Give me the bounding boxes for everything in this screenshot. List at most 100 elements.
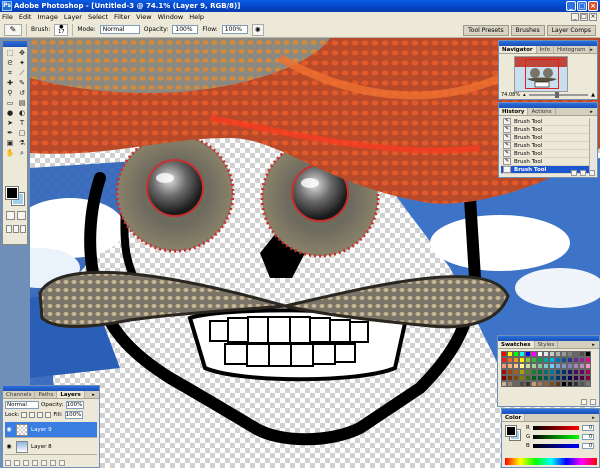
menu-help[interactable]: Help bbox=[189, 13, 204, 21]
pen-tool-icon[interactable]: ✒ bbox=[4, 128, 16, 138]
color-foreground-swatch[interactable] bbox=[505, 425, 517, 437]
tab-channels[interactable]: Channels bbox=[3, 391, 36, 398]
new-layer-icon[interactable] bbox=[50, 460, 56, 466]
history-scrollbar[interactable] bbox=[589, 118, 596, 170]
menu-layer[interactable]: Layer bbox=[64, 13, 82, 21]
shape-tool-icon[interactable]: ▢ bbox=[16, 128, 28, 138]
gradient-tool-icon[interactable]: ▤ bbox=[16, 98, 28, 108]
layer-row-active[interactable]: ◉ Layer 9 bbox=[5, 422, 97, 438]
marquee-tool-icon[interactable]: ⬚ bbox=[4, 48, 16, 58]
menu-filter[interactable]: Filter bbox=[114, 13, 130, 21]
close-button[interactable]: × bbox=[588, 1, 598, 11]
hand-tool-icon[interactable]: ✋ bbox=[4, 148, 16, 158]
brush-tool-preset-picker[interactable]: ✎ bbox=[4, 23, 22, 36]
navigator-zoom-value[interactable]: 74.08% bbox=[501, 92, 520, 98]
tab-layers[interactable]: Layers bbox=[57, 391, 85, 398]
lock-image-checkbox[interactable] bbox=[29, 412, 36, 418]
standard-screen-mode-button[interactable] bbox=[6, 225, 12, 233]
dodge-tool-icon[interactable]: ◐ bbox=[16, 108, 28, 118]
standard-mode-button[interactable] bbox=[6, 211, 15, 220]
brush-picker[interactable]: ● 17 bbox=[54, 23, 69, 36]
layer-row[interactable]: ◉ Layer 8 bbox=[5, 439, 97, 455]
doc-close-button[interactable]: × bbox=[589, 13, 597, 21]
airbrush-toggle[interactable]: ✺ bbox=[251, 23, 264, 36]
new-swatch-icon[interactable] bbox=[581, 399, 587, 405]
history-item[interactable]: ✎ Brush Tool bbox=[501, 134, 589, 142]
history-item[interactable]: ✎ Brush Tool bbox=[501, 158, 589, 166]
delete-swatch-icon[interactable] bbox=[590, 399, 596, 405]
well-brushes[interactable]: Brushes bbox=[510, 25, 545, 36]
history-item[interactable]: ✎ Brush Tool bbox=[501, 142, 589, 150]
clone-stamp-tool-icon[interactable]: ⚲ bbox=[4, 88, 16, 98]
tab-color[interactable]: Color bbox=[502, 414, 526, 421]
crop-tool-icon[interactable]: ⌗ bbox=[4, 68, 16, 78]
layer-mask-icon[interactable] bbox=[23, 460, 29, 466]
new-document-from-state-icon[interactable] bbox=[571, 170, 577, 176]
foreground-color-swatch[interactable] bbox=[5, 186, 19, 200]
eye-icon[interactable]: ◉ bbox=[5, 426, 13, 434]
layer-style-icon[interactable] bbox=[14, 460, 20, 466]
doc-minimize-button[interactable]: _ bbox=[571, 13, 579, 21]
green-channel-value[interactable]: 0 bbox=[582, 433, 594, 440]
navigator-zoom-slider[interactable] bbox=[528, 92, 589, 98]
blue-channel-slider[interactable] bbox=[532, 443, 579, 448]
layer-name[interactable]: Layer 9 bbox=[31, 427, 52, 433]
opacity-input[interactable]: 100% bbox=[172, 25, 199, 34]
palette-menu-icon[interactable]: ▸ bbox=[590, 342, 597, 348]
history-item[interactable]: ✎ Brush Tool bbox=[501, 126, 589, 134]
type-tool-icon[interactable]: T bbox=[16, 118, 28, 128]
move-tool-icon[interactable]: ✥ bbox=[16, 48, 28, 58]
link-layers-icon[interactable] bbox=[5, 460, 11, 466]
maximize-button[interactable]: □ bbox=[577, 1, 587, 11]
palette-menu-icon[interactable]: ▸ bbox=[590, 415, 597, 421]
tab-styles[interactable]: Styles bbox=[535, 341, 559, 348]
green-channel-slider[interactable] bbox=[533, 434, 579, 439]
layer-name[interactable]: Layer 8 bbox=[31, 444, 52, 450]
lasso-tool-icon[interactable]: ᘓ bbox=[4, 58, 16, 68]
brush-tool-icon[interactable]: ✎ bbox=[16, 78, 28, 88]
full-screen-menu-mode-button[interactable] bbox=[13, 225, 19, 233]
menu-file[interactable]: File bbox=[2, 13, 13, 21]
full-screen-mode-button[interactable] bbox=[20, 225, 26, 233]
zoom-tool-icon[interactable]: ⌕ bbox=[16, 148, 28, 158]
photoshop-app-icon[interactable]: Ps bbox=[2, 1, 12, 11]
history-brush-tool-icon[interactable]: ↺ bbox=[16, 88, 28, 98]
blur-tool-icon[interactable]: ● bbox=[4, 108, 16, 118]
zoom-slider-knob[interactable] bbox=[555, 92, 560, 98]
layer-opacity-input[interactable]: 100% bbox=[65, 401, 84, 409]
tab-history[interactable]: History bbox=[499, 108, 529, 115]
lock-position-checkbox[interactable] bbox=[37, 412, 44, 418]
adjustment-layer-icon[interactable] bbox=[32, 460, 38, 466]
color-spectrum-bar[interactable] bbox=[505, 458, 597, 465]
lock-transparency-checkbox[interactable] bbox=[21, 412, 28, 418]
tab-histogram[interactable]: Histogram bbox=[554, 46, 590, 53]
eye-icon[interactable]: ◉ bbox=[5, 443, 13, 451]
tab-paths[interactable]: Paths bbox=[35, 391, 58, 398]
palette-menu-icon[interactable]: ▸ bbox=[588, 109, 595, 115]
menu-window[interactable]: Window bbox=[158, 13, 184, 21]
zoom-out-icon[interactable]: ▴ bbox=[523, 92, 526, 98]
menu-image[interactable]: Image bbox=[37, 13, 57, 21]
color-swatch[interactable] bbox=[585, 381, 591, 387]
palette-menu-icon[interactable]: ▸ bbox=[588, 47, 595, 53]
flow-input[interactable]: 100% bbox=[221, 25, 248, 34]
well-tool-presets[interactable]: Tool Presets bbox=[463, 25, 509, 36]
tab-info[interactable]: Info bbox=[537, 46, 554, 53]
tab-navigator[interactable]: Navigator bbox=[499, 46, 537, 53]
path-selection-tool-icon[interactable]: ➤ bbox=[4, 118, 16, 128]
red-channel-slider[interactable] bbox=[532, 425, 579, 430]
magic-wand-tool-icon[interactable]: ✦ bbox=[16, 58, 28, 68]
navigator-view-box[interactable] bbox=[525, 59, 559, 89]
eyedropper-tool-icon[interactable]: ⚗ bbox=[16, 138, 28, 148]
healing-brush-tool-icon[interactable]: ✚ bbox=[4, 78, 16, 88]
history-item[interactable]: ✎ Brush Tool bbox=[501, 150, 589, 158]
well-layer-comps[interactable]: Layer Comps bbox=[546, 25, 596, 36]
doc-restore-button[interactable]: □ bbox=[580, 13, 588, 21]
new-group-icon[interactable] bbox=[41, 460, 47, 466]
slice-tool-icon[interactable]: ⟋ bbox=[16, 68, 28, 78]
zoom-in-icon[interactable]: ▲ bbox=[591, 92, 595, 98]
menu-view[interactable]: View bbox=[136, 13, 151, 21]
delete-layer-icon[interactable] bbox=[59, 460, 65, 466]
menu-edit[interactable]: Edit bbox=[19, 13, 32, 21]
blue-channel-value[interactable]: 0 bbox=[582, 442, 594, 449]
